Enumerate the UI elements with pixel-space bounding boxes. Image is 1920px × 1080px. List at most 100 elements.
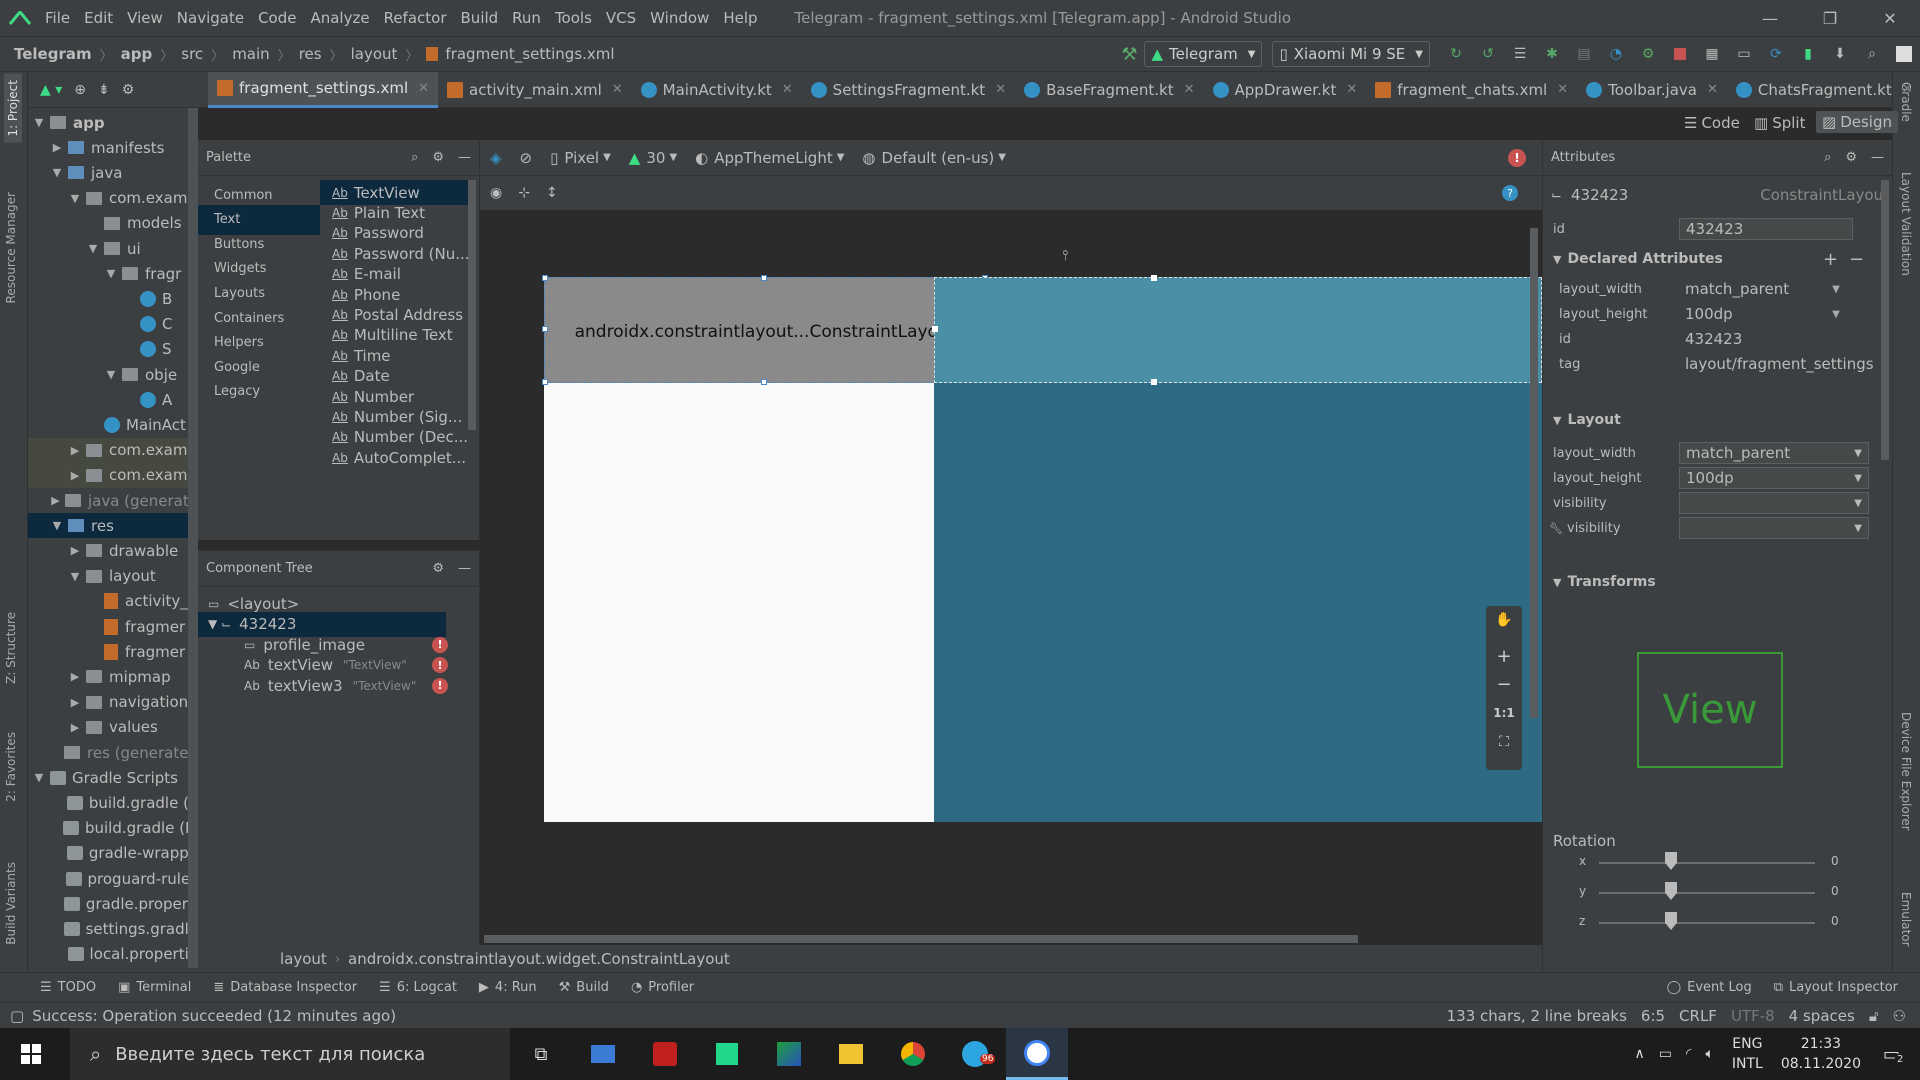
resize-handle[interactable] — [932, 326, 938, 332]
expand-arrow-right-icon[interactable]: ▶ — [68, 696, 82, 709]
android-studio-taskbar-icon[interactable] — [1006, 1028, 1068, 1080]
project-tree-item[interactable]: build.gradle (M — [28, 816, 198, 841]
expand-arrow-right-icon[interactable]: ▶ — [68, 721, 82, 734]
hide-icon[interactable]: — — [458, 150, 471, 165]
status-encoding[interactable]: UTF-8 — [1731, 1007, 1775, 1025]
expand-arrow-right-icon[interactable]: ▶ — [68, 469, 82, 482]
expand-arrow-right-icon[interactable]: ▶ — [68, 544, 82, 557]
zoom-to-fit-icon[interactable]: ⛶ — [1486, 734, 1522, 750]
sdk-manager-icon[interactable]: ⬇ — [1824, 46, 1856, 62]
attribute-select[interactable]: ▼ — [1679, 517, 1869, 539]
clock[interactable]: 21:33 08.11.2020 — [1781, 1034, 1861, 1074]
search-everywhere-icon[interactable]: ⌕ — [1856, 46, 1888, 62]
canvas-scrollbar-horizontal[interactable] — [484, 935, 1358, 943]
breadcrumb-project[interactable]: Telegram — [14, 45, 92, 63]
resize-handle[interactable] — [542, 379, 548, 385]
language-indicator[interactable]: ENG INTL — [1732, 1034, 1763, 1074]
chevron-down-icon[interactable]: ▼ — [1823, 278, 1849, 300]
device-manager-icon[interactable]: ▮ — [1792, 46, 1824, 62]
expand-arrow-down-icon[interactable]: ▼ — [104, 267, 118, 280]
rotation-slider-thumb[interactable] — [1665, 882, 1677, 900]
expand-arrow-down-icon[interactable]: ▼ — [68, 570, 82, 583]
project-tree-item[interactable]: ▼ java — [28, 160, 198, 185]
menu-file[interactable]: File — [38, 9, 77, 27]
project-tree-item[interactable]: settings.gradle — [28, 916, 198, 941]
taskbar-search[interactable]: ⌕ Введите здесь текст для поиска — [70, 1028, 510, 1080]
error-icon[interactable]: ! — [432, 677, 448, 694]
expand-arrow-right-icon[interactable]: ▶ — [50, 494, 61, 507]
breadcrumb-root[interactable]: layout — [280, 950, 327, 968]
device-select[interactable]: ▯ Xiaomi Mi 9 SE ▼ — [1272, 41, 1430, 67]
palette-item[interactable]: Ab AutoComplet... — [320, 445, 470, 470]
hide-icon[interactable]: — — [458, 561, 471, 576]
menu-help[interactable]: Help — [716, 9, 764, 27]
expand-arrow-down-icon[interactable]: ▼ — [32, 771, 46, 784]
run-list-icon[interactable]: ☰ — [1504, 46, 1536, 62]
project-tree-item[interactable]: ▶ java (generate — [28, 488, 198, 513]
account-icon[interactable] — [1888, 46, 1920, 62]
status-caret-position[interactable]: 6:5 — [1641, 1007, 1665, 1025]
tool-event-log[interactable]: ◯ Event Log — [1667, 980, 1752, 995]
project-tree-item[interactable]: B — [28, 286, 198, 311]
palette-category[interactable]: Legacy — [198, 377, 320, 407]
search-icon[interactable]: ⌕ — [1824, 150, 1831, 165]
volume-icon[interactable]: 🔈︎ — [1705, 1046, 1713, 1062]
eye-icon[interactable]: ◉ — [490, 185, 502, 201]
close-tab-icon[interactable]: ✕ — [1557, 82, 1568, 97]
expand-arrow-down-icon[interactable]: ▼ — [50, 519, 64, 532]
error-indicator-icon[interactable]: ! — [1508, 148, 1526, 167]
expand-arrow-down-icon[interactable]: ▼ — [50, 166, 64, 179]
theme-select[interactable]: ◐ AppThemeLight ▼ — [695, 149, 844, 167]
declared-attributes-section[interactable]: ▼ Declared Attributes + − — [1543, 244, 1873, 274]
error-icon[interactable]: ! — [432, 636, 448, 653]
menu-window[interactable]: Window — [643, 9, 716, 27]
project-tree-item[interactable]: gradle.properti — [28, 891, 198, 916]
design-canvas[interactable]: ⫯ androidx.constraintlayout...Constraint… — [480, 210, 1542, 945]
project-tree-item[interactable]: fragmer — [28, 639, 198, 664]
telegram-icon[interactable]: 96 — [944, 1028, 1006, 1080]
rotation-slider-track[interactable] — [1599, 922, 1815, 924]
tool-tab-resource-manager[interactable]: Resource Manager — [4, 192, 18, 303]
expand-arrow-down-icon[interactable]: ▼ — [32, 116, 46, 129]
tool-tab-structure[interactable]: Z: Structure — [4, 612, 18, 684]
close-tab-icon[interactable]: ✕ — [612, 82, 623, 97]
canvas-scrollbar-vertical[interactable] — [1530, 228, 1538, 718]
zoom-actual-size-button[interactable]: 1:1 — [1486, 706, 1522, 720]
menu-run[interactable]: Run — [505, 9, 548, 27]
design-preview[interactable]: androidx.constraintlayout...ConstraintLa… — [542, 275, 988, 822]
breadcrumb-layout[interactable]: layout — [351, 45, 398, 63]
tool-layout-inspector[interactable]: ⧉ Layout Inspector — [1774, 980, 1898, 995]
remove-attribute-icon[interactable]: − — [1849, 249, 1864, 270]
debug-icon[interactable]: ✱ — [1536, 46, 1568, 62]
project-tree-item[interactable]: MainAct — [28, 412, 198, 437]
expand-arrow-down-icon[interactable]: ▼ — [68, 192, 82, 205]
layout-section[interactable]: ▼ Layout — [1543, 405, 1873, 435]
tool-run[interactable]: ▶ 4: Run — [479, 980, 537, 995]
project-tree-item[interactable]: ▶ manifests — [28, 135, 198, 160]
menu-refactor[interactable]: Refactor — [377, 9, 454, 27]
menu-analyze[interactable]: Analyze — [303, 9, 376, 27]
margins-icon[interactable]: ⊹ — [518, 185, 530, 201]
maximize-button[interactable]: ❐ — [1800, 0, 1860, 36]
project-tree-item[interactable]: ▼ obje — [28, 362, 198, 387]
breadcrumb-res[interactable]: res — [299, 45, 322, 63]
rotation-slider-track[interactable] — [1599, 862, 1815, 864]
stop-icon[interactable] — [1664, 48, 1696, 60]
project-tree-item[interactable]: ▶ mipmap — [28, 664, 198, 689]
help-icon[interactable]: ? — [1502, 185, 1518, 201]
mode-design-button[interactable]: ▨ Design — [1816, 111, 1898, 133]
tool-tab-favorites[interactable]: 2: Favorites — [4, 732, 18, 802]
resize-handle[interactable] — [761, 275, 767, 281]
tool-terminal[interactable]: ▣ Terminal — [118, 980, 191, 995]
attributes-scrollbar[interactable] — [1881, 180, 1889, 460]
expand-arrow-down-icon[interactable]: ▼ — [104, 368, 118, 381]
notifications-icon[interactable]: ▭ 2 — [1883, 1044, 1906, 1065]
close-tab-icon[interactable]: ✕ — [1184, 82, 1195, 97]
project-tree-item[interactable]: gradle-wrappe — [28, 841, 198, 866]
project-tree-item[interactable]: ▼ Gradle Scripts — [28, 765, 198, 790]
sync-gradle-icon[interactable]: ⟳ — [1760, 46, 1792, 62]
tool-tab-emulator[interactable]: Emulator — [1899, 892, 1913, 947]
tool-build[interactable]: ⚒ Build — [559, 980, 609, 995]
mode-split-button[interactable]: ▥ Split — [1754, 114, 1805, 132]
api-level-select[interactable]: ▲ 30 ▼ — [629, 149, 677, 167]
